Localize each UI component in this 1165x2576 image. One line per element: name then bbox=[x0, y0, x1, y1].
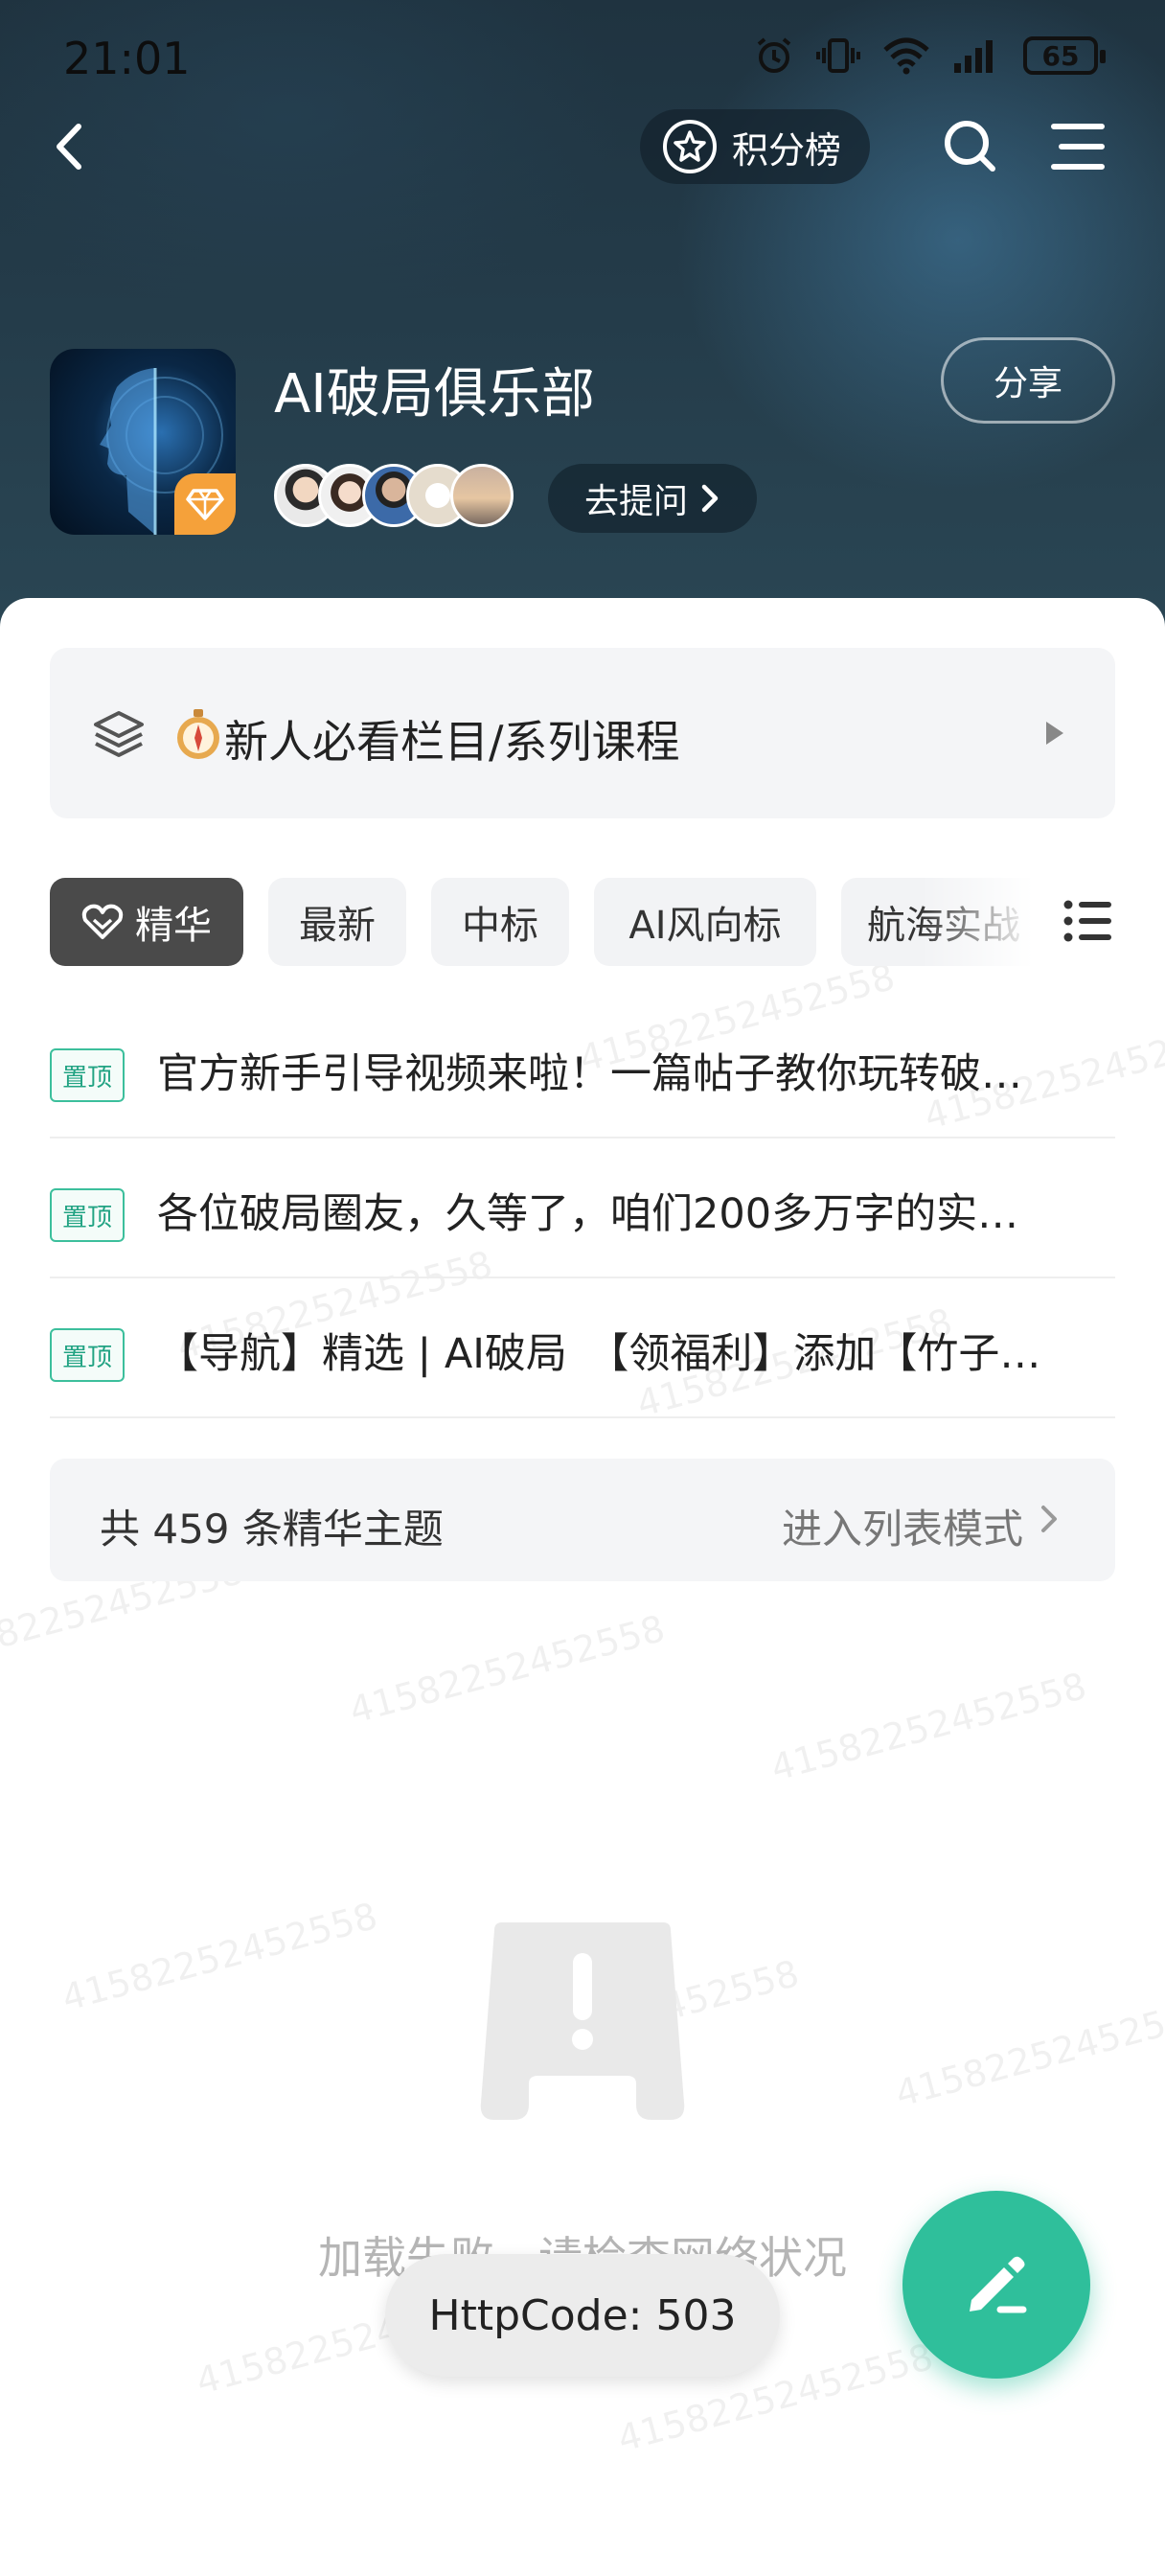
tab-featured[interactable]: 精华 bbox=[50, 878, 243, 966]
pinned-post[interactable]: 置顶 官方新手引导视频来啦！一篇帖子教你玩转破… bbox=[50, 999, 1115, 1138]
battery-indicator: 65 bbox=[1023, 36, 1106, 75]
tab-bid[interactable]: 中标 bbox=[431, 878, 569, 966]
pinned-badge: 置顶 bbox=[50, 1188, 125, 1242]
featured-count: 共 459 条精华主题 bbox=[100, 1506, 444, 1552]
chevron-right-icon bbox=[1041, 1506, 1057, 1532]
http-error-toast: HttpCode: 503 bbox=[385, 2254, 780, 2377]
topic-tabs: 精华 最新 中标 AI风向标 航海实战 bbox=[50, 878, 1046, 966]
triangle-right-icon bbox=[1046, 722, 1063, 745]
avatar bbox=[450, 464, 514, 527]
pinned-post-title: 各位破局圈友，久等了，咱们200多万字的实… bbox=[157, 1190, 1019, 1238]
vibrate-icon bbox=[816, 38, 860, 73]
list-mode-link[interactable]: 进入列表模式 bbox=[782, 1497, 1023, 1555]
ask-question-button[interactable]: 去提问 bbox=[548, 464, 757, 533]
tabs-fade bbox=[920, 878, 1054, 966]
ask-question-label: 去提问 bbox=[583, 482, 688, 521]
featured-column-card[interactable]: 新人必看栏目/系列课程 bbox=[50, 648, 1115, 818]
leaderboard-label: 积分榜 bbox=[732, 128, 842, 172]
wifi-icon bbox=[883, 37, 929, 75]
pinned-post-title: 官方新手引导视频来啦！一篇帖子教你玩转破… bbox=[157, 1050, 1022, 1098]
pinned-post[interactable]: 置顶 【导航】精选 | AI破局 【领福利】添加【竹子… bbox=[50, 1278, 1115, 1418]
back-button[interactable] bbox=[46, 113, 94, 180]
menu-icon bbox=[1051, 124, 1105, 170]
tab-featured-label: 精华 bbox=[135, 904, 212, 948]
search-button[interactable] bbox=[937, 113, 1004, 180]
featured-summary-bar[interactable]: 共 459 条精华主题 进入列表模式 bbox=[50, 1459, 1115, 1581]
leaderboard-button[interactable]: 积分榜 bbox=[640, 109, 870, 184]
pinned-badge: 置顶 bbox=[50, 1048, 125, 1102]
star-badge-icon bbox=[663, 120, 717, 173]
tab-latest[interactable]: 最新 bbox=[268, 878, 406, 966]
club-name: AI破局俱乐部 bbox=[274, 363, 595, 426]
chevron-left-icon bbox=[57, 124, 81, 170]
list-icon[interactable] bbox=[1063, 899, 1113, 943]
compass-icon bbox=[177, 709, 219, 759]
warning-sign-icon bbox=[480, 1922, 685, 2120]
diamond-icon bbox=[186, 489, 224, 520]
member-avatars[interactable] bbox=[274, 464, 523, 527]
layers-icon bbox=[94, 711, 144, 757]
featured-column-label: 新人必看栏目/系列课程 bbox=[224, 716, 680, 768]
tab-ai-trends[interactable]: AI风向标 bbox=[594, 878, 816, 966]
heart-diamond-icon bbox=[81, 904, 124, 939]
alarm-icon bbox=[757, 37, 791, 73]
chevron-right-icon bbox=[701, 484, 719, 513]
status-bar: 21:01 65 bbox=[0, 0, 1165, 115]
menu-button[interactable] bbox=[1044, 113, 1111, 180]
pinned-post[interactable]: 置顶 各位破局圈友，久等了，咱们200多万字的实… bbox=[50, 1138, 1115, 1278]
signal-icon bbox=[954, 40, 993, 73]
search-icon bbox=[945, 121, 995, 172]
pinned-post-title: 【导航】精选 | AI破局 【领福利】添加【竹子… bbox=[157, 1330, 1041, 1378]
status-time: 21:01 bbox=[63, 33, 191, 84]
share-button[interactable]: 分享 bbox=[941, 337, 1115, 424]
pencil-icon bbox=[970, 2256, 1027, 2313]
compose-button[interactable] bbox=[902, 2191, 1090, 2379]
pinned-badge: 置顶 bbox=[50, 1328, 125, 1382]
premium-badge bbox=[174, 473, 236, 535]
status-icons: 65 bbox=[753, 34, 1106, 77]
